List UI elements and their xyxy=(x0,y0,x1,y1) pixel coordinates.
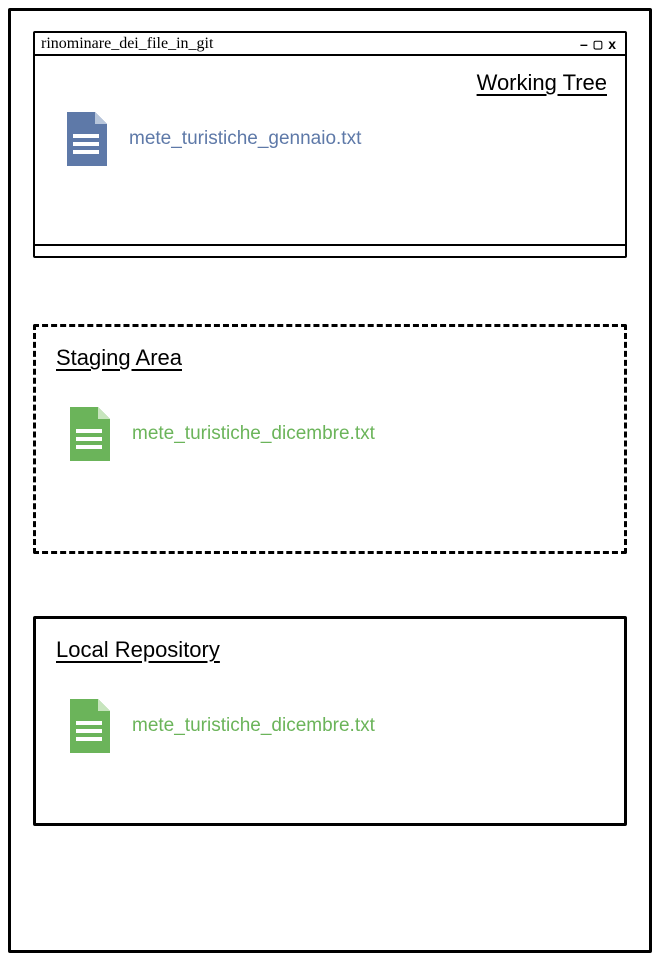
working-tree-file: mete_turistiche_gennaio.txt xyxy=(63,110,607,168)
local-repo-filename: mete_turistiche_dicembre.txt xyxy=(132,715,375,737)
close-icon[interactable]: x xyxy=(608,36,617,52)
canvas-frame: rinominare_dei_file_in_git – ▢ x Working… xyxy=(8,8,652,953)
window-status-strip xyxy=(35,246,625,256)
staging-area-file: mete_turistiche_dicembre.txt xyxy=(66,405,604,463)
staging-area-filename: mete_turistiche_dicembre.txt xyxy=(132,423,375,445)
staging-area-title: Staging Area xyxy=(56,345,604,371)
document-icon xyxy=(66,405,114,463)
window-title-bar: rinominare_dei_file_in_git – ▢ x xyxy=(35,33,625,56)
minimize-icon[interactable]: – xyxy=(580,36,589,52)
working-tree-title: Working Tree xyxy=(53,70,607,96)
document-icon xyxy=(66,697,114,755)
document-icon xyxy=(63,110,111,168)
working-tree-window: rinominare_dei_file_in_git – ▢ x Working… xyxy=(33,31,627,258)
staging-area-box: Staging Area mete_turistiche_dicembre.tx… xyxy=(33,324,627,554)
window-body: Working Tree mete_turistiche_gennaio.txt xyxy=(35,56,625,246)
local-repo-box: Local Repository mete_turistiche_dicembr… xyxy=(33,616,627,826)
window-controls[interactable]: – ▢ x xyxy=(580,36,617,52)
local-repo-file: mete_turistiche_dicembre.txt xyxy=(66,697,604,755)
maximize-icon[interactable]: ▢ xyxy=(593,38,604,51)
local-repo-title: Local Repository xyxy=(56,637,604,663)
window-title: rinominare_dei_file_in_git xyxy=(41,35,213,53)
working-tree-filename: mete_turistiche_gennaio.txt xyxy=(129,128,361,150)
